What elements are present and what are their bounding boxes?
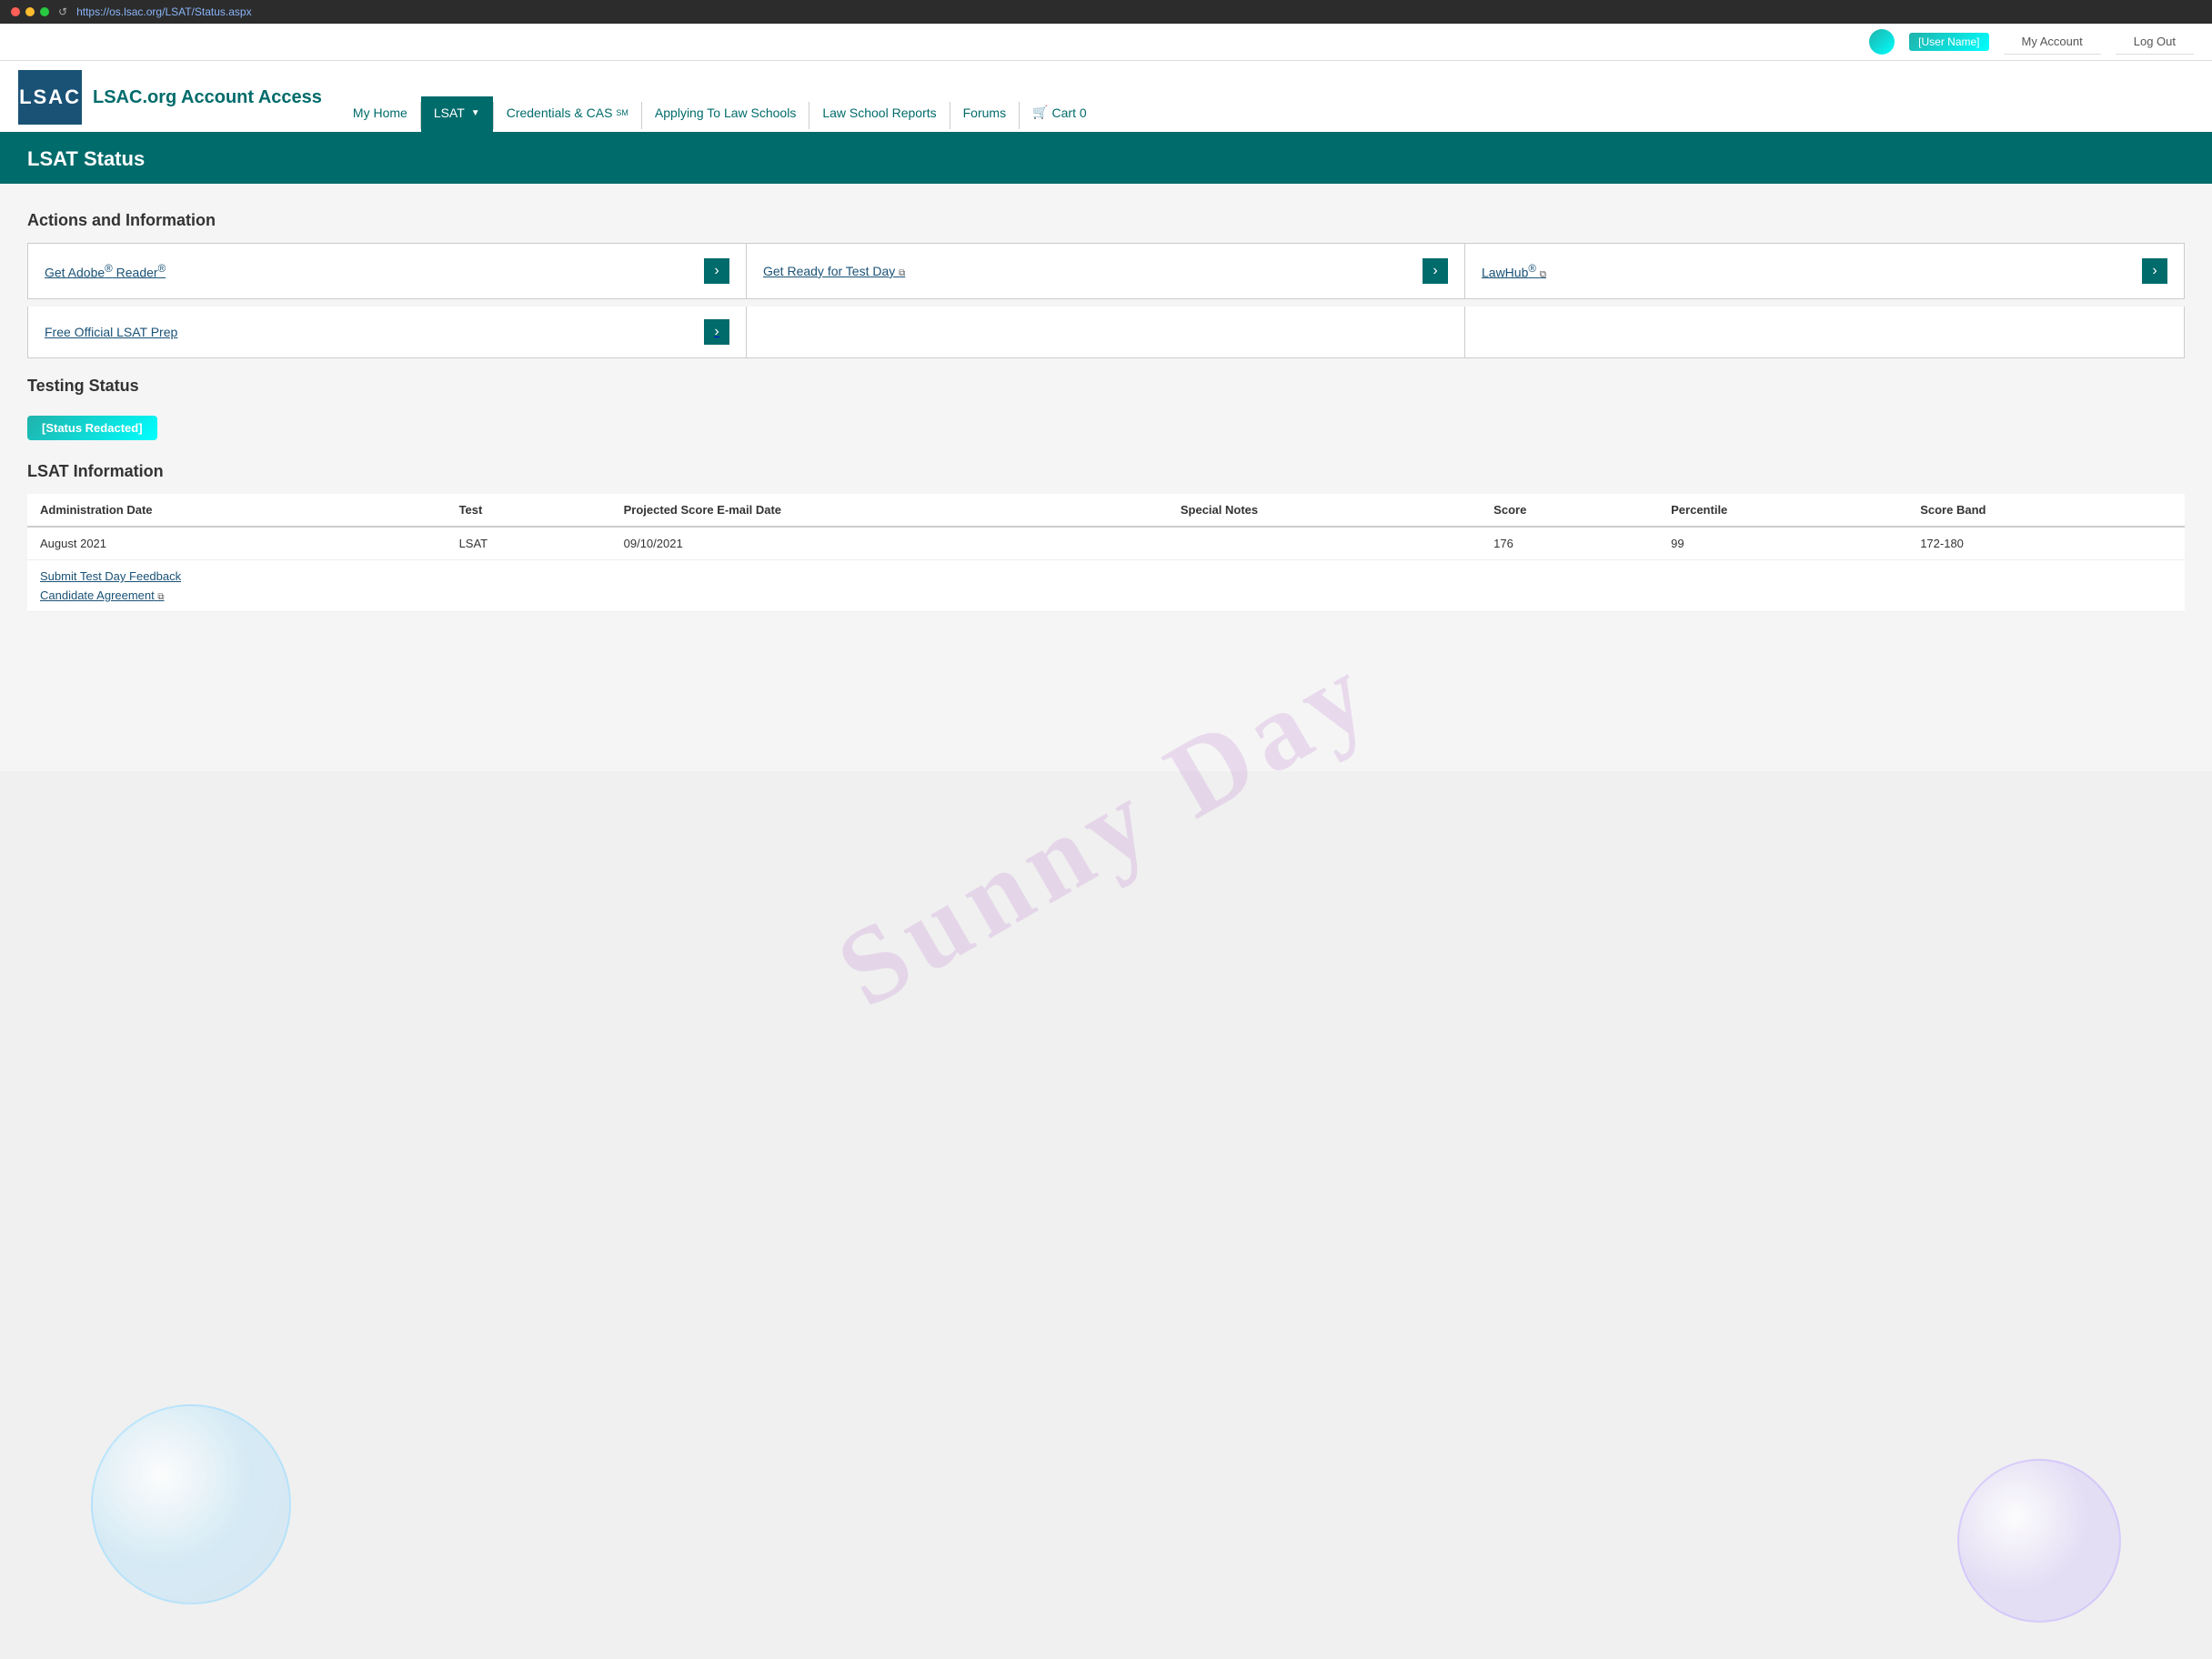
username-display: [User Name] [1909,33,1988,51]
site-header: LSAC LSAC.org Account Access My Home LSA… [0,61,2212,135]
th-score: Score [1481,494,1658,527]
td-score-band: 172-180 [1907,527,2185,560]
action-arrow-adobe: › [704,258,729,284]
action-card-empty-3 [1465,307,2184,357]
candidate-ext-icon: ⧉ [157,592,164,602]
td-admin-date: August 2021 [27,527,447,560]
logo-area: LSAC LSAC.org Account Access [18,70,322,132]
cart-icon: 🛒 [1032,105,1048,120]
content-area: Actions and Information Get Adobe® Reade… [0,202,2212,639]
th-special-notes: Special Notes [1168,494,1481,527]
site-title: LSAC.org Account Access [93,87,322,108]
nav-lsat[interactable]: LSAT ▼ [421,96,493,132]
th-test: Test [447,494,611,527]
candidate-agreement-link[interactable]: Candidate Agreement ⧉ [40,588,2172,602]
td-projected-email: 09/10/2021 [611,527,1168,560]
testday-ext-icon: ⧉ [899,268,905,278]
action-arrow-testday: › [1423,258,1448,284]
action-card-prep[interactable]: Free Official LSAT Prep › [28,307,747,357]
reload-icon[interactable]: ↺ [58,5,67,18]
th-score-band: Score Band [1907,494,2185,527]
nav-lsat-label: LSAT [434,106,465,120]
submit-feedback-link[interactable]: Submit Test Day Feedback [40,569,2172,583]
table-header-row: Administration Date Test Projected Score… [27,494,2185,527]
lsat-info-title: LSAT Information [27,462,2185,481]
td-links-cell: Submit Test Day Feedback Candidate Agree… [27,560,2185,612]
lawhub-ext-icon: ⧉ [1540,269,1546,279]
main-nav: My Home LSAT ▼ Credentials & CASSM Apply… [340,96,1100,132]
nav-law-school-reports[interactable]: Law School Reports [809,96,949,132]
minimize-dot[interactable] [25,7,35,16]
status-title-word: Status [84,147,145,170]
url-bar[interactable]: https://os.lsac.org/LSAT/Status.aspx [76,5,252,18]
actions-grid-row2: Free Official LSAT Prep › [27,307,2185,358]
nav-applying[interactable]: Applying To Law Schools [642,96,809,132]
testing-status-badge: [Status Redacted] [27,416,157,440]
actions-section: Actions and Information Get Adobe® Reade… [27,211,2185,358]
testing-status-title: Testing Status [27,377,2185,396]
nav-credentials[interactable]: Credentials & CASSM [494,96,641,132]
nav-cart[interactable]: 🛒 Cart 0 [1020,96,1100,132]
td-special-notes [1168,527,1481,560]
action-card-prep-text: Free Official LSAT Prep [45,325,177,339]
page-content: LSAT Status Actions and Information Get … [0,135,2212,771]
action-card-adobe-text: Get Adobe® Reader® [45,263,166,280]
th-percentile: Percentile [1658,494,1907,527]
log-out-link[interactable]: Log Out [2116,29,2194,55]
browser-bar: ↺ https://os.lsac.org/LSAT/Status.aspx [0,0,2212,24]
action-card-lawhub-text: LawHub® ⧉ [1482,263,1546,280]
th-admin-date: Administration Date [27,494,447,527]
lsat-status-header: LSAT Status [0,135,2212,184]
bubble-1 [91,1404,291,1604]
action-arrow-prep: › [704,319,729,345]
page-title: LSAT Status [27,147,2185,171]
lsat-dropdown-icon: ▼ [471,108,480,118]
action-arrow-lawhub: › [2142,258,2167,284]
account-bar: [User Name] My Account Log Out [0,24,2212,61]
action-card-empty-2 [747,307,1465,357]
avatar [1869,29,1895,55]
td-score: 176 [1481,527,1658,560]
browser-controls [11,7,49,16]
maximize-dot[interactable] [40,7,49,16]
table-row: August 2021 LSAT 09/10/2021 176 99 172-1… [27,527,2185,560]
nav-forums[interactable]: Forums [950,96,1019,132]
my-account-link[interactable]: My Account [2004,29,2101,55]
th-projected-email: Projected Score E-mail Date [611,494,1168,527]
action-card-lawhub[interactable]: LawHub® ⧉ › [1465,244,2184,298]
lsat-prefix: LSAT [27,147,78,170]
action-card-adobe[interactable]: Get Adobe® Reader® › [28,244,747,298]
lsat-info-table: Administration Date Test Projected Score… [27,494,2185,612]
td-percentile: 99 [1658,527,1907,560]
cas-superscript: SM [616,108,628,117]
testing-status-section: Testing Status [Status Redacted] [27,377,2185,440]
logo-box: LSAC [18,70,82,125]
actions-grid-row1: Get Adobe® Reader® › Get Ready for Test … [27,243,2185,299]
actions-section-title: Actions and Information [27,211,2185,230]
td-test: LSAT [447,527,611,560]
action-card-testday-text: Get Ready for Test Day ⧉ [763,264,905,278]
bubble-2 [1957,1459,2121,1623]
logo-text: LSAC [19,85,81,109]
table-feedback-row: Submit Test Day Feedback Candidate Agree… [27,560,2185,612]
nav-my-home[interactable]: My Home [340,96,420,132]
action-card-testday[interactable]: Get Ready for Test Day ⧉ › [747,244,1465,298]
lsat-info-section: LSAT Information Administration Date Tes… [27,462,2185,612]
close-dot[interactable] [11,7,20,16]
